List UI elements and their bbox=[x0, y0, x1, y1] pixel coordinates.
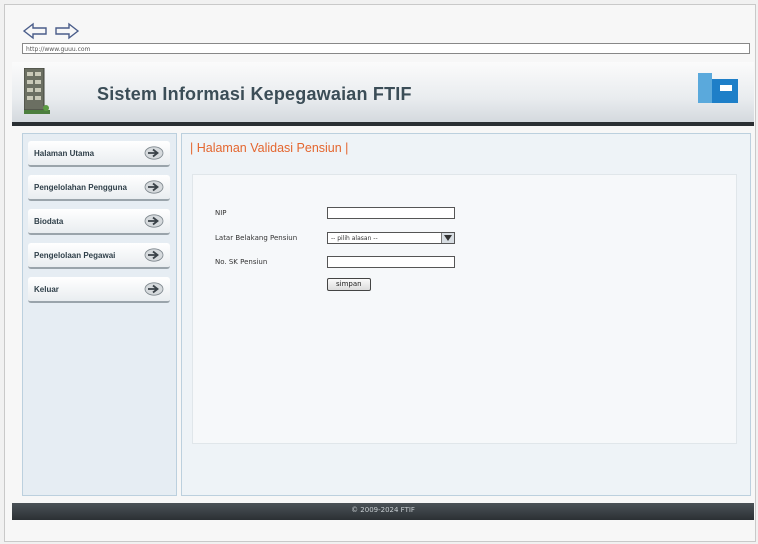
sidebar-item-label: Keluar bbox=[34, 284, 59, 294]
latar-belakang-select[interactable]: -- pilih alasan -- bbox=[327, 232, 455, 244]
sidebar-item-label: Biodata bbox=[34, 216, 64, 226]
sidebar-item-label: Pengelolahan Pengguna bbox=[34, 182, 127, 192]
sidebar-item-pengelolaan-pegawai[interactable]: Pengelolaan Pegawai bbox=[28, 243, 170, 269]
latar-belakang-label: Latar Belakang Pensiun bbox=[215, 234, 298, 242]
footer: © 2009-2024 FTIF bbox=[12, 503, 754, 520]
sidebar-item-label: Halaman Utama bbox=[34, 148, 95, 158]
sidebar-item-halaman-utama[interactable]: Halaman Utama bbox=[28, 141, 170, 167]
forward-arrow-icon[interactable] bbox=[54, 22, 80, 40]
no-sk-label: No. SK Pensiun bbox=[215, 258, 268, 266]
building-logo-icon bbox=[24, 68, 50, 114]
page-title: | Halaman Validasi Pensiun | bbox=[190, 141, 349, 155]
browser-nav bbox=[22, 22, 80, 40]
back-arrow-icon[interactable] bbox=[22, 22, 48, 40]
sidebar-item-pengelolahan-pengguna[interactable]: Pengelolahan Pengguna bbox=[28, 175, 170, 201]
app-title: Sistem Informasi Kepegawaian FTIF bbox=[97, 84, 412, 104]
simpan-button[interactable]: simpan bbox=[327, 278, 371, 291]
no-sk-input[interactable] bbox=[327, 256, 455, 268]
copyright-text: © 2009-2024 FTIF bbox=[351, 506, 415, 514]
sidebar: Halaman Utama Pengelolahan Pengguna Biod… bbox=[22, 133, 177, 496]
app-header: Sistem Informasi Kepegawaian FTIF bbox=[12, 62, 754, 126]
nip-label: NIP bbox=[215, 209, 227, 217]
sidebar-item-biodata[interactable]: Biodata bbox=[28, 209, 170, 235]
chevron-down-icon[interactable] bbox=[441, 233, 454, 243]
sidebar-item-keluar[interactable]: Keluar bbox=[28, 277, 170, 303]
arrow-right-icon bbox=[144, 282, 164, 296]
address-bar[interactable]: http://www.guuu.com bbox=[22, 43, 750, 54]
arrow-right-icon bbox=[144, 146, 164, 160]
latar-belakang-selected: -- pilih alasan -- bbox=[331, 234, 378, 242]
validasi-form: NIP Latar Belakang Pensiun -- pilih alas… bbox=[192, 174, 737, 444]
brand-logo-icon bbox=[698, 73, 738, 103]
nip-input[interactable] bbox=[327, 207, 455, 219]
main-content: | Halaman Validasi Pensiun | NIP Latar B… bbox=[181, 133, 751, 496]
arrow-right-icon bbox=[144, 180, 164, 194]
arrow-right-icon bbox=[144, 214, 164, 228]
sidebar-item-label: Pengelolaan Pegawai bbox=[34, 250, 116, 260]
arrow-right-icon bbox=[144, 248, 164, 262]
